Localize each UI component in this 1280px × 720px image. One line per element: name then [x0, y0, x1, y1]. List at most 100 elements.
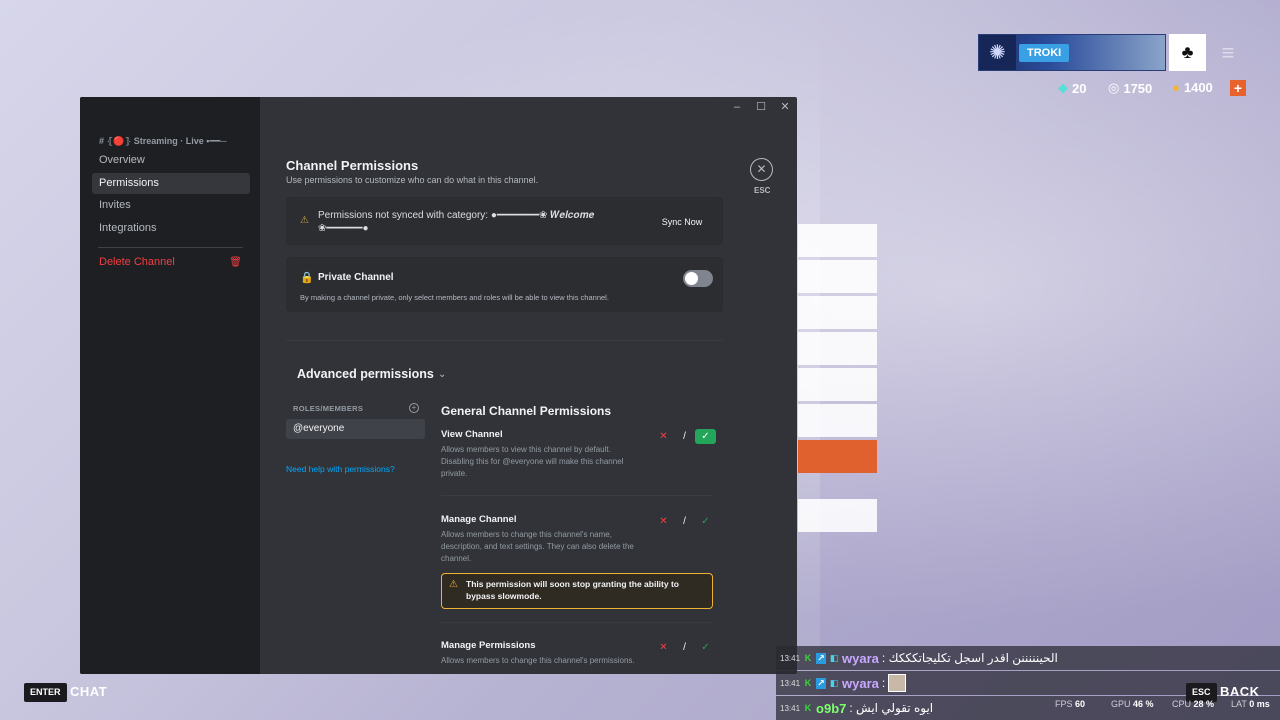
platform-badge-icon: ↗	[816, 677, 827, 689]
neutral-icon[interactable]: /	[674, 429, 695, 444]
chat-username[interactable]: wyara	[842, 676, 879, 691]
chat-text: : ايوه تقولي ايش	[849, 701, 934, 715]
close-icon[interactable]: ✕	[750, 158, 773, 181]
permission-view-channel: View Channel Allows members to view this…	[441, 429, 716, 480]
sidebar-item-invites[interactable]: Invites	[92, 195, 250, 216]
permission-toggle-group: ✕ / ✓	[653, 514, 716, 529]
permission-description: Allows members to change this channel's …	[441, 656, 635, 665]
lat-label: LAT	[1231, 699, 1247, 709]
page-subtitle: Use permissions to customize who can do …	[286, 175, 539, 185]
chat-hint-label[interactable]: CHAT	[70, 684, 107, 699]
chat-text: :	[881, 676, 886, 690]
chat-username[interactable]: o9b7	[816, 701, 846, 716]
permission-description: Allows members to view this channel by d…	[441, 445, 624, 478]
help-link[interactable]: Need help with permissions?	[286, 464, 395, 474]
trash-icon: 🗑	[229, 257, 242, 268]
sync-now-button[interactable]: Sync Now	[651, 212, 713, 232]
game-menu-item[interactable]	[798, 224, 877, 257]
permission-manage-permissions: Manage Permissions Allows members to cha…	[441, 640, 713, 667]
latency-stat: LAT 0 ms	[1231, 699, 1270, 709]
deny-icon[interactable]: ✕	[653, 514, 674, 529]
game-menu-item[interactable]	[798, 296, 877, 329]
allow-icon[interactable]: ✓	[695, 640, 716, 655]
sync-notice: ⚠ Permissions not synced with category: …	[286, 197, 723, 245]
warning-icon: ⚠	[449, 579, 458, 590]
enter-key-hint: ENTER	[24, 683, 67, 702]
warning-text: This permission will soon stop granting …	[466, 579, 679, 601]
friends-icon[interactable]: ♣	[1169, 34, 1206, 71]
credit-icon: ◎	[1108, 80, 1120, 95]
rank-badge-icon: K	[804, 677, 812, 688]
game-menu-item[interactable]	[798, 332, 877, 365]
private-channel-description: By making a channel private, only select…	[300, 293, 609, 302]
toggle-knob	[685, 272, 698, 285]
sync-notice-text: Permissions not synced with category: ●━…	[318, 210, 595, 234]
gpu-value: 46 %	[1133, 699, 1154, 709]
lock-icon: 🔒	[300, 272, 314, 284]
lat-value: 0 ms	[1249, 699, 1270, 709]
permissions-content: – ☐ ✕ Channel Permissions Use permission…	[260, 97, 797, 674]
role-everyone[interactable]: @everyone	[286, 419, 425, 439]
permission-divider	[441, 495, 713, 496]
delete-channel-label: Delete Channel	[99, 256, 175, 268]
add-role-icon[interactable]: +	[409, 403, 419, 413]
game-menu-item[interactable]	[798, 260, 877, 293]
permission-divider	[441, 622, 713, 623]
chat-time: 13:41	[780, 678, 801, 688]
game-menu-item-active[interactable]	[798, 440, 877, 473]
cpu-label: CPU	[1172, 699, 1192, 709]
chat-message: 13:41 K ↗ ◧ wyara : الحينننننن اقدر اسجل…	[776, 646, 1280, 670]
close-window-button[interactable]: ✕	[773, 97, 797, 117]
add-currency-button[interactable]: +	[1230, 80, 1246, 96]
currency-credits: ◎ 1750	[1108, 80, 1152, 96]
club-badge-icon: ◧	[829, 677, 839, 688]
chat-time: 13:41	[780, 703, 801, 713]
sidebar-item-permissions[interactable]: Permissions	[92, 173, 250, 194]
page-title: Channel Permissions	[286, 158, 419, 173]
player-banner[interactable]: ✺ TROKI	[978, 34, 1166, 71]
fps-stat: FPS 60	[1055, 699, 1085, 709]
private-channel-toggle[interactable]	[683, 270, 713, 287]
advanced-permissions-title[interactable]: Advanced permissions	[297, 367, 434, 381]
channel-settings-window: # ⦃🔴⦄ Streaming · Live •━━─ Overview Per…	[80, 97, 797, 674]
currency-coins: ● 1400	[1172, 80, 1213, 95]
minimize-button[interactable]: –	[725, 97, 749, 117]
emblem-icon: ✺	[979, 35, 1016, 70]
channel-name: # ⦃🔴⦄ Streaming · Live •━━─	[99, 136, 227, 146]
chat-username[interactable]: wyara	[842, 651, 879, 666]
maximize-button[interactable]: ☐	[749, 97, 773, 117]
window-controls: – ☐ ✕	[725, 97, 797, 117]
delete-channel-button[interactable]: Delete Channel 🗑	[92, 252, 250, 273]
chevron-down-icon[interactable]: ⌄	[438, 369, 446, 380]
allow-icon[interactable]: ✓	[695, 429, 716, 444]
slowmode-warning: ⚠ This permission will soon stop grantin…	[441, 573, 713, 609]
deny-icon[interactable]: ✕	[653, 640, 674, 655]
warning-icon: ⚠	[300, 215, 309, 226]
background-shade	[820, 0, 1280, 720]
permission-description: Allows members to change this channel's …	[441, 530, 634, 563]
game-menu-item[interactable]	[798, 499, 877, 532]
rank-badge-icon: K	[804, 702, 812, 713]
game-menu-item[interactable]	[798, 404, 877, 437]
permission-toggle-group: ✕ / ✓	[653, 429, 716, 444]
gpu-label: GPU	[1111, 699, 1131, 709]
sidebar-item-overview[interactable]: Overview	[92, 150, 250, 171]
sidebar-item-integrations[interactable]: Integrations	[92, 218, 250, 239]
cpu-stat: CPU 28 %	[1172, 699, 1214, 709]
back-hint-label[interactable]: BACK	[1220, 684, 1260, 699]
coin-icon: ●	[1172, 80, 1180, 95]
chat-text: : الحينننننن اقدر اسجل تكليجاتكككك	[881, 651, 1058, 665]
neutral-icon[interactable]: /	[674, 514, 695, 529]
private-channel-card: 🔒 Private Channel By making a channel pr…	[286, 257, 723, 312]
deny-icon[interactable]: ✕	[653, 429, 674, 444]
fps-label: FPS	[1055, 699, 1073, 709]
club-badge-icon: ◧	[829, 652, 839, 663]
game-menu-item[interactable]	[798, 368, 877, 401]
chat-time: 13:41	[780, 653, 801, 663]
menu-icon[interactable]: ≡	[1214, 40, 1242, 66]
allow-icon[interactable]: ✓	[695, 514, 716, 529]
neutral-icon[interactable]: /	[674, 640, 695, 655]
sticker-image	[888, 674, 907, 692]
permission-manage-channel: Manage Channel Allows members to change …	[441, 514, 713, 609]
player-name: TROKI	[1019, 44, 1070, 62]
